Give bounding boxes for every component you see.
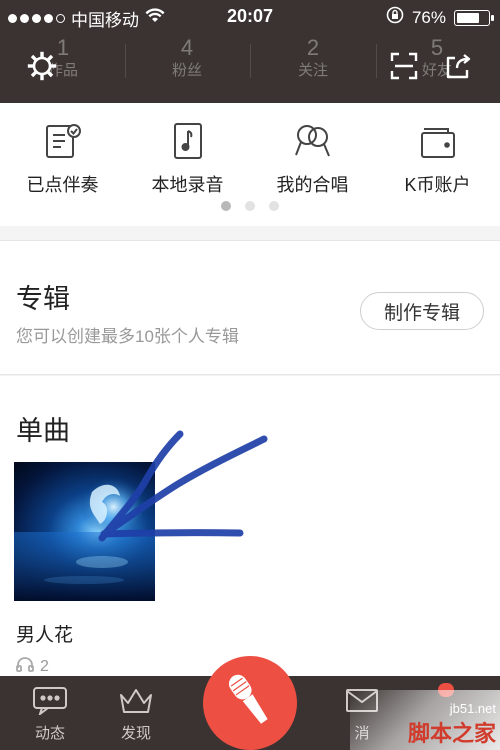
rotation-lock-icon xyxy=(386,6,404,29)
tab-label: 动态 xyxy=(34,725,65,742)
stat-divider xyxy=(250,44,251,78)
local-recording-icon xyxy=(168,121,208,161)
shortcut-local-recording[interactable]: 本地录音 xyxy=(125,121,250,197)
tab-discover[interactable]: 发现 xyxy=(96,684,176,743)
chorus-icon xyxy=(293,121,333,161)
profile-stats: 1 作品 4 粉丝 2 关注 5 好友 xyxy=(0,34,500,94)
singles-title: 单曲 xyxy=(16,416,70,446)
page-indicator[interactable] xyxy=(0,201,500,211)
battery-area: 76% xyxy=(386,6,494,29)
stat-label: 关注 xyxy=(297,62,328,79)
stat-label: 粉丝 xyxy=(171,62,202,79)
chat-icon xyxy=(30,684,70,716)
shortcut-ordered-accompaniment[interactable]: 已点伴奏 xyxy=(0,121,125,197)
record-button[interactable] xyxy=(203,656,297,750)
shortcut-label: 我的合唱 xyxy=(276,175,349,195)
page-dot xyxy=(269,201,279,211)
singles-section: 单曲 男人花 2 xyxy=(0,376,500,676)
shortcut-kcoin-account[interactable]: K币账户 xyxy=(375,121,500,197)
status-bar: 中国移动 20:07 76% xyxy=(0,0,500,32)
shortcut-label: 本地录音 xyxy=(151,175,224,195)
battery-percent: 76% xyxy=(411,7,446,27)
shortcut-chorus[interactable]: 我的合唱 xyxy=(250,121,375,197)
watermark-text: 脚本之家 xyxy=(407,722,496,747)
battery-level xyxy=(457,12,479,23)
shortcut-panel: 已点伴奏 本地录音 我的合唱 K币账户 xyxy=(0,103,500,226)
headphones-icon xyxy=(16,656,34,677)
play-count-value: 2 xyxy=(40,657,49,675)
watermark: jb51.net 脚本之家 xyxy=(408,701,496,748)
stat-divider xyxy=(376,44,377,78)
stat-following[interactable]: 2 关注 xyxy=(268,34,358,80)
page-dot xyxy=(221,201,231,211)
tab-label: 发现 xyxy=(120,725,151,742)
song-title[interactable]: 男人花 xyxy=(16,620,73,647)
shortcut-label: 已点伴奏 xyxy=(26,175,99,195)
page-dot xyxy=(245,201,255,211)
albums-section: 专辑 您可以创建最多10张个人专辑 制作专辑 xyxy=(0,240,500,375)
albums-subtitle: 您可以创建最多10张个人专辑 xyxy=(16,327,239,346)
watermark-url: jb51.net xyxy=(449,701,496,716)
share-icon[interactable] xyxy=(442,50,474,82)
shortcut-label: K币账户 xyxy=(404,175,471,195)
ordered-accompaniment-icon xyxy=(43,121,83,161)
profile-header: 中国移动 20:07 76% 1 作品 4 粉丝 2 关注 5 好友 xyxy=(0,0,500,103)
albums-title: 专辑 xyxy=(16,284,70,314)
stat-count: 4 xyxy=(180,35,194,60)
tab-feed[interactable]: 动态 xyxy=(10,684,90,743)
stat-divider xyxy=(125,44,126,78)
crown-icon xyxy=(116,684,156,716)
create-album-button[interactable]: 制作专辑 xyxy=(360,292,484,330)
song-play-count: 2 xyxy=(16,656,49,677)
stat-count: 2 xyxy=(306,35,320,60)
wallet-icon xyxy=(418,121,458,161)
song-cover-image[interactable] xyxy=(14,462,155,601)
microphone-icon xyxy=(222,668,278,739)
gear-icon[interactable] xyxy=(26,50,58,82)
stat-fans[interactable]: 4 粉丝 xyxy=(142,34,232,80)
scan-icon[interactable] xyxy=(388,50,420,82)
battery-icon xyxy=(454,9,494,26)
